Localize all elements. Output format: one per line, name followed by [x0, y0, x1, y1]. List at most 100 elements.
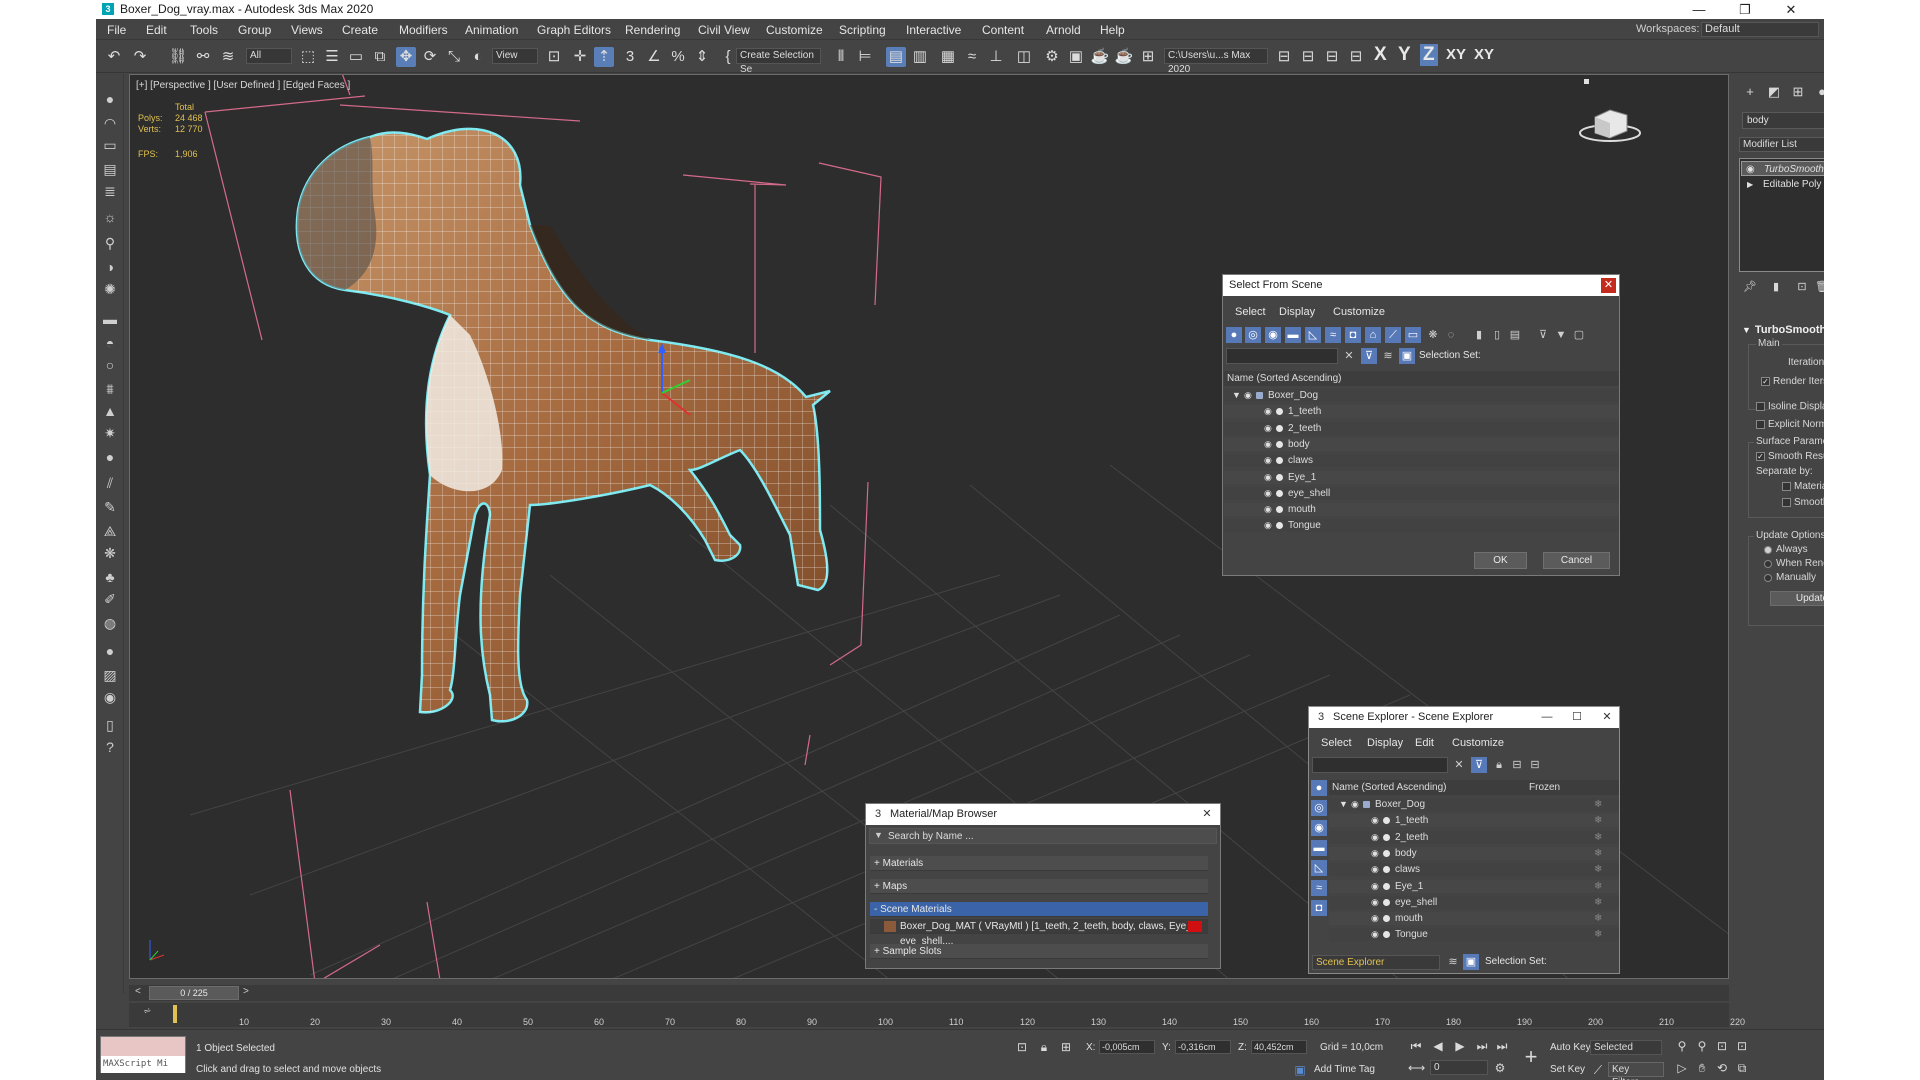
populate-icon[interactable]: ❋ [101, 544, 119, 562]
freeze-icon[interactable]: ❄ [1594, 814, 1602, 827]
viewcube-icon[interactable] [1579, 79, 1641, 142]
curve-editor-icon[interactable]: ≈ [962, 47, 982, 67]
maps-section[interactable]: + Maps [870, 879, 1208, 894]
goto-start-icon[interactable]: ⏮ [1408, 1038, 1424, 1054]
box-icon[interactable]: ▬ [101, 310, 119, 328]
se-filter-spacewarps-icon[interactable]: ≈ [1311, 880, 1327, 896]
visibility-eye-icon[interactable]: ◉ [1244, 389, 1252, 402]
pivot-center-icon[interactable]: ⊡ [544, 47, 564, 67]
camera-icon[interactable]: ⚲ [101, 234, 119, 252]
axis-z-button[interactable]: Z [1420, 44, 1438, 66]
menu-scripting[interactable]: Scripting [839, 23, 886, 37]
se-menu-edit[interactable]: Edit [1415, 737, 1434, 749]
terrain-icon[interactable]: ◍ [101, 614, 119, 632]
turbosmooth-rollout-title[interactable]: ▼ TurboSmooth [1742, 324, 1824, 336]
materials-section[interactable]: + Materials [870, 856, 1208, 871]
update-when-rendering-radio[interactable] [1764, 560, 1772, 568]
expand-icon[interactable]: ▼ [1339, 798, 1348, 811]
visibility-eye-icon[interactable]: ◉ [1264, 519, 1272, 532]
separate-materials-checkbox[interactable] [1782, 482, 1791, 491]
se-column-name[interactable]: Name (Sorted Ascending) [1332, 782, 1447, 793]
se-filter-lights-icon[interactable]: ◉ [1311, 820, 1327, 836]
zoom-icon[interactable]: ⚲ [1674, 1038, 1690, 1054]
tree-object-row[interactable]: ◉ claws [1224, 454, 1619, 468]
list-icon[interactable]: ≣ [101, 182, 119, 200]
visibility-eye-icon[interactable]: ◉ [1371, 896, 1379, 909]
fov-icon[interactable]: ▷ [1674, 1060, 1690, 1076]
axis-xy-cycle-button[interactable]: XY [1474, 46, 1494, 63]
material-search-dropdown-icon[interactable]: ▼ [874, 830, 883, 840]
time-slider[interactable]: < 0 / 225 > [129, 985, 1729, 1001]
update-manually-radio[interactable] [1764, 574, 1772, 582]
tree-object-row[interactable]: ◉ claws ❄ [1329, 863, 1619, 877]
brush-icon[interactable]: ✐ [101, 590, 119, 608]
next-frame-icon[interactable]: > [243, 986, 249, 997]
workspace-dropdown[interactable]: Default [1701, 22, 1819, 37]
se-filter-groups-icon[interactable]: ◘ [1311, 900, 1327, 916]
sun-icon[interactable]: ✷ [101, 424, 119, 442]
filter-bones-icon[interactable]: ⟋ [1385, 327, 1401, 343]
freeze-icon[interactable]: ❄ [1594, 896, 1602, 909]
tree-object-row[interactable]: ◉ mouth ❄ [1329, 912, 1619, 926]
update-button[interactable]: Update [1770, 591, 1824, 606]
shapes-icon[interactable]: ◠ [101, 114, 119, 132]
toggle-layer-explorer-icon[interactable]: ▥ [910, 47, 930, 67]
play-icon[interactable]: ▶ [1452, 1038, 1468, 1054]
folder-icon[interactable]: ▢ [1571, 327, 1587, 343]
next-key-icon[interactable]: ⏭ [1474, 1038, 1490, 1054]
menu-create[interactable]: Create [342, 23, 378, 37]
filter-containers-icon[interactable]: ▭ [1405, 327, 1421, 343]
visibility-eye-icon[interactable]: ◉ [1371, 831, 1379, 844]
align-icon[interactable]: ⊨ [855, 47, 875, 67]
time-slider-thumb[interactable]: 0 / 225 [149, 986, 239, 1000]
visibility-eye-icon[interactable]: ◉ [1371, 847, 1379, 860]
boxer-dog-model[interactable] [295, 127, 831, 723]
move-icon[interactable]: ✥ [396, 47, 416, 67]
display-dependents-icon[interactable]: ▤ [1507, 327, 1523, 343]
tree-object-row[interactable]: ◉ eye_shell ❄ [1329, 895, 1619, 909]
se-menu-select[interactable]: Select [1321, 737, 1352, 749]
sample-slots-section[interactable]: + Sample Slots [870, 944, 1208, 959]
track-bar[interactable]: ⩫ 10 20 30 40 50 60 70 80 90 100 110 120 130 140 150 16… [129, 1003, 1745, 1027]
sphere-2-icon[interactable]: ● [101, 642, 119, 660]
se-close-icon[interactable]: ✕ [1599, 709, 1615, 725]
add-time-tag[interactable]: Add Time Tag [1314, 1064, 1375, 1075]
time-config-icon[interactable]: ⚙ [1492, 1060, 1508, 1076]
se-filter-helpers-icon[interactable]: ◺ [1311, 860, 1327, 876]
hair-icon[interactable]: ⫽ [101, 474, 119, 492]
maximize-viewport-icon[interactable]: ⧉ [1734, 1060, 1750, 1076]
set-key-big-icon[interactable]: + [1518, 1044, 1544, 1070]
se-clear-search-icon[interactable]: ✕ [1451, 757, 1467, 773]
se-filter-geometry-icon[interactable]: ● [1311, 780, 1327, 796]
lock-selection-icon[interactable]: 🔒︎ [1036, 1039, 1052, 1055]
filter-shapes-icon[interactable]: ◎ [1245, 327, 1261, 343]
disc-icon[interactable]: ○ [101, 356, 119, 374]
se-filter-icon[interactable]: ⊽ [1471, 757, 1487, 773]
modify-tab-icon[interactable]: ◩ [1764, 84, 1784, 102]
close-button[interactable]: ✕ [1768, 0, 1814, 19]
axis-x-button[interactable]: X [1374, 44, 1387, 66]
select-from-scene-close-button[interactable]: ✕ [1601, 278, 1616, 293]
menu-content[interactable]: Content [982, 23, 1024, 37]
maxscript-listener[interactable]: MAXScript Mi [100, 1036, 186, 1073]
edit-named-sets-icon[interactable]: { [718, 47, 738, 67]
visibility-eye-icon[interactable]: ◉ [1371, 814, 1379, 827]
y-coord-field[interactable]: -0,316cm [1175, 1040, 1231, 1054]
filter-lights-icon[interactable]: ◉ [1265, 327, 1281, 343]
orbit-icon[interactable]: ⟲ [1714, 1060, 1730, 1076]
tree-object-row[interactable]: ◉ 1_teeth ❄ [1329, 814, 1619, 828]
tree-object-row[interactable]: ◉ Tongue [1224, 519, 1619, 533]
selection-set-icon[interactable]: ▣ [1399, 348, 1415, 364]
dome-icon[interactable]: ◓ [101, 334, 119, 352]
tree-object-row[interactable]: ◉ body ❄ [1329, 846, 1619, 860]
menu-rendering[interactable]: Rendering [625, 23, 680, 37]
zoom-extents-all-icon[interactable]: ⊡ [1734, 1038, 1750, 1054]
auto-key-button[interactable]: Auto Key [1550, 1042, 1591, 1053]
visibility-eye-icon[interactable]: ◉ [1371, 912, 1379, 925]
se-minimize-icon[interactable]: — [1539, 709, 1555, 725]
tree-object-row[interactable]: ◉ Eye_1 [1224, 470, 1619, 484]
spacewarp-icon[interactable]: ✺ [101, 280, 119, 298]
visibility-eye-icon[interactable]: ◉ [1371, 863, 1379, 876]
visibility-eye-icon[interactable]: ◉ [1264, 438, 1272, 451]
se-column-frozen[interactable]: Frozen [1529, 780, 1560, 795]
